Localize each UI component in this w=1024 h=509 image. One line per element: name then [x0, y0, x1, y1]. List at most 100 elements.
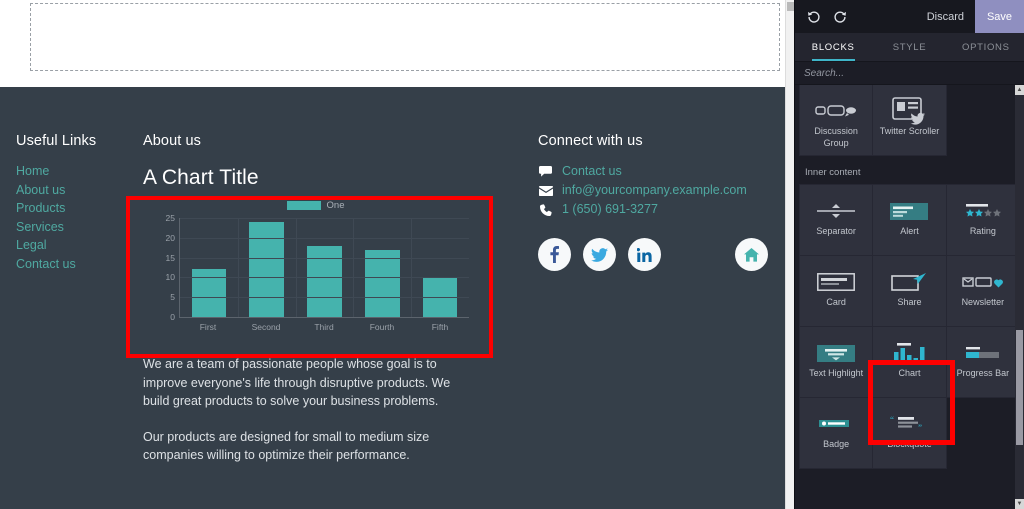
contact-row-phone[interactable]: 1 (650) 691-3277 [538, 200, 778, 219]
chart-vgridline [411, 218, 412, 317]
link-about-us[interactable]: About us [16, 181, 131, 200]
link-legal[interactable]: Legal [16, 236, 131, 255]
block-blockquote[interactable]: “ ” Blockquote [873, 398, 945, 468]
canvas-scrollbar[interactable] [785, 0, 794, 509]
block-grid-inner-content: Separator Alert [795, 185, 1024, 468]
block-separator[interactable]: Separator [800, 185, 872, 255]
contact-row-email[interactable]: info@yourcompany.example.com [538, 181, 778, 200]
chart-x-tick: Fifth [411, 322, 469, 332]
twitter-scroller-icon [892, 96, 926, 126]
linkedin-icon[interactable] [628, 238, 661, 271]
tab-style[interactable]: STYLE [871, 33, 947, 61]
link-home[interactable]: Home [16, 162, 131, 181]
chart-x-axis-labels: FirstSecondThirdFourthFifth [179, 322, 469, 332]
alert-icon [890, 196, 928, 226]
block-label: Chart [896, 368, 922, 380]
scroll-up-arrow-icon[interactable]: ▲ [1015, 85, 1024, 95]
search-field[interactable] [795, 62, 1024, 85]
link-contact-us[interactable]: Contact us [16, 255, 131, 274]
progress-bar-icon [963, 338, 1003, 368]
discussion-group-icon [815, 96, 857, 126]
save-button[interactable]: Save [975, 0, 1024, 33]
empty-drop-zone[interactable] [30, 3, 780, 71]
block-library: Discussion Group Twitter Scroller [795, 85, 1024, 509]
about-paragraph-1: We are a team of passionate people whose… [143, 355, 453, 411]
connect-column: Connect with us Contact us info@yourcomp… [538, 133, 778, 271]
link-products[interactable]: Products [16, 199, 131, 218]
chart-bar-slot [238, 218, 296, 317]
block-twitter-scroller[interactable]: Twitter Scroller [873, 85, 945, 155]
rating-icon [963, 196, 1003, 226]
panel-scrollbar[interactable]: ▲ ▼ [1015, 85, 1024, 509]
useful-links-heading: Useful Links [16, 133, 131, 149]
newsletter-icon [962, 267, 1004, 297]
block-discussion-group[interactable]: Discussion Group [800, 85, 872, 155]
block-progress-bar[interactable]: Progress Bar [947, 327, 1019, 397]
block-label: Text Highlight [807, 368, 865, 380]
envelope-icon [538, 186, 553, 196]
text-highlight-icon [817, 338, 855, 368]
chart-bar-slot [180, 218, 238, 317]
tab-blocks[interactable]: BLOCKS [795, 33, 871, 61]
separator-icon [815, 196, 857, 226]
twitter-icon[interactable] [583, 238, 616, 271]
chat-icon [538, 166, 553, 177]
chart-x-tick: Second [237, 322, 295, 332]
block-empty-slot [947, 398, 1019, 468]
block-alert[interactable]: Alert [873, 185, 945, 255]
about-heading: About us [143, 133, 513, 149]
search-input[interactable] [804, 68, 1015, 79]
chart-x-tick: Third [295, 322, 353, 332]
chart-y-tick: 25 [166, 213, 175, 223]
block-empty-slot [947, 85, 1019, 155]
screen-root: Useful Links Home About us Products Serv… [0, 0, 1024, 509]
about-paragraph-2: Our products are designed for small to m… [143, 428, 453, 465]
editor-panel: Discard Save BLOCKS STYLE OPTIONS [794, 0, 1024, 509]
chart-y-tick: 10 [166, 272, 175, 282]
about-column: About us A Chart Title One 0510152025 Fi… [143, 133, 513, 465]
tab-options[interactable]: OPTIONS [948, 33, 1024, 61]
svg-text:”: ” [918, 423, 922, 432]
discard-button[interactable]: Discard [916, 0, 975, 33]
contact-row-chat[interactable]: Contact us [538, 162, 778, 181]
badge-icon [819, 409, 853, 439]
redo-icon[interactable] [827, 0, 853, 33]
block-share[interactable]: Share [873, 256, 945, 326]
legend-swatch-one [287, 201, 321, 210]
home-icon[interactable] [735, 238, 768, 271]
chart-x-tick: Fourth [353, 322, 411, 332]
chart-bar-slot [353, 218, 411, 317]
scroll-down-arrow-icon[interactable]: ▼ [1015, 499, 1024, 509]
section-label-inner-content: Inner content [795, 155, 1024, 185]
block-label: Separator [814, 226, 858, 238]
contact-label-chat: Contact us [562, 162, 622, 181]
chart-title: A Chart Title [143, 166, 513, 190]
editor-toolbar: Discard Save [795, 0, 1024, 33]
block-text-highlight[interactable]: Text Highlight [800, 327, 872, 397]
chart-gridline [180, 258, 469, 259]
block-newsletter[interactable]: Newsletter [947, 256, 1019, 326]
chart-vgridline [238, 218, 239, 317]
block-chart[interactable]: Chart [873, 327, 945, 397]
block-card[interactable]: Card [800, 256, 872, 326]
block-label: Progress Bar [955, 368, 1012, 380]
chart-bar [365, 250, 400, 317]
chart-bars [180, 218, 469, 317]
chart-y-tick: 15 [166, 253, 175, 263]
page-canvas: Useful Links Home About us Products Serv… [0, 0, 794, 509]
footer-section: Useful Links Home About us Products Serv… [0, 87, 785, 509]
useful-links-column: Useful Links Home About us Products Serv… [16, 133, 131, 273]
block-label: Twitter Scroller [878, 126, 942, 138]
canvas-scrollbar-thumb[interactable] [787, 2, 794, 11]
bar-chart[interactable]: One 0510152025 FirstSecondThirdFourthFif… [143, 196, 488, 341]
link-services[interactable]: Services [16, 218, 131, 237]
undo-icon[interactable] [801, 0, 827, 33]
svg-text:“: “ [890, 416, 894, 425]
facebook-icon[interactable] [538, 238, 571, 271]
block-label: Rating [968, 226, 998, 238]
block-badge[interactable]: Badge [800, 398, 872, 468]
panel-scrollbar-thumb[interactable] [1016, 330, 1023, 445]
block-rating[interactable]: Rating [947, 185, 1019, 255]
chart-bar-slot [296, 218, 354, 317]
block-label: Card [824, 297, 848, 309]
